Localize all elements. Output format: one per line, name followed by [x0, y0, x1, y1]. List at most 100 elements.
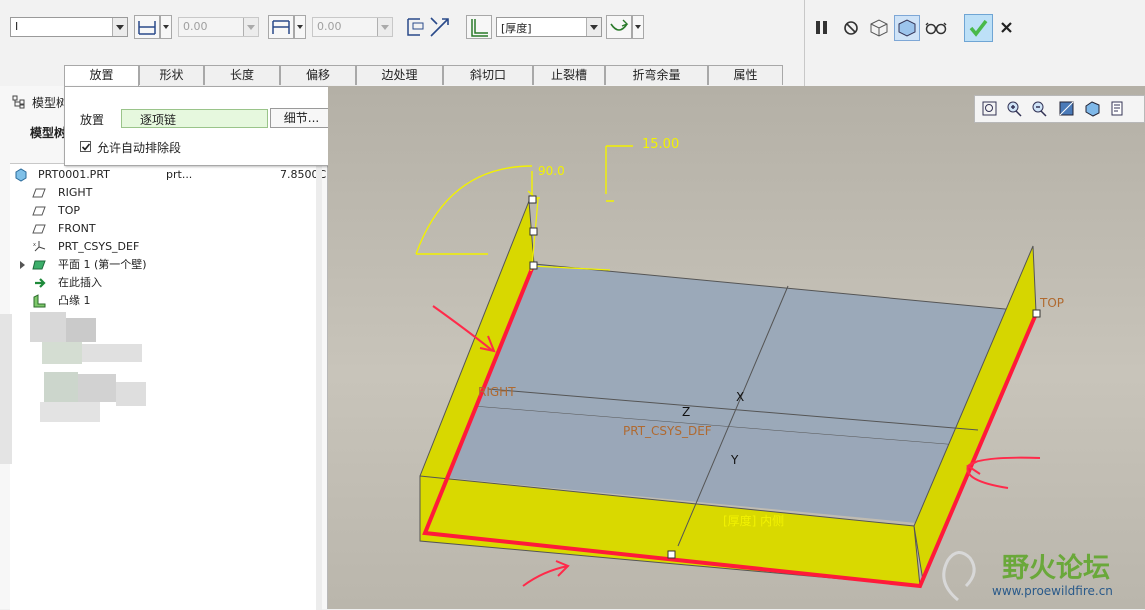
panel-sash	[0, 314, 12, 464]
repaint-icon	[1059, 101, 1074, 116]
flange-icon	[33, 294, 46, 308]
drag-handle[interactable]	[667, 550, 676, 559]
checkmark-icon	[969, 19, 988, 37]
repaint-button[interactable]	[1057, 100, 1077, 118]
length-input-2[interactable]: 0.00	[312, 17, 393, 37]
datum-plane-icon	[32, 224, 46, 234]
auto-exclude-checkbox[interactable]	[80, 141, 91, 152]
axis-label-z: Z	[682, 405, 691, 419]
thickness-side-button[interactable]	[466, 15, 492, 39]
zoom-in-icon	[1007, 101, 1022, 117]
zoom-out-button[interactable]	[1030, 100, 1050, 118]
wall-type-select[interactable]: I	[10, 17, 128, 37]
length-blind-icon	[138, 21, 156, 35]
length-blind-icon	[272, 20, 290, 34]
no-preview-button[interactable]	[841, 18, 861, 38]
tab-relief[interactable]: 止裂槽	[533, 65, 605, 85]
tab-miter-cuts[interactable]: 斜切口	[443, 65, 533, 85]
tab-length[interactable]: 长度	[204, 65, 280, 85]
datum-plane-icon	[32, 188, 46, 198]
forum-logo	[942, 551, 976, 602]
thickness-side-select[interactable]: [厚度]	[496, 17, 602, 37]
length-type-dropdown[interactable]	[160, 15, 172, 39]
tree-item-front[interactable]: FRONT	[10, 220, 322, 238]
watermark-title: 野火论坛	[1002, 553, 1110, 584]
tree-subheader: 模型树	[30, 126, 67, 140]
pause-button[interactable]	[812, 18, 832, 38]
model-tree-icon	[12, 95, 25, 109]
bend-radius-button[interactable]	[606, 15, 632, 39]
zoom-out-icon	[1032, 101, 1047, 117]
graphics-window[interactable]: 90.0 15.00 TOP RIGHT PRT_CSYS_DEF X Y Z …	[328, 86, 1145, 609]
tree-item-flange[interactable]: 凸缘 1	[10, 292, 322, 310]
tab-shape[interactable]: 形状	[139, 65, 204, 85]
checkmark-icon	[81, 143, 91, 151]
dimension-angle[interactable]: 90.0	[538, 164, 565, 178]
verify-preview-button[interactable]	[894, 15, 920, 41]
tab-placement[interactable]: 放置	[64, 65, 139, 87]
svg-text:x: x	[33, 242, 36, 248]
length-type-2-dropdown[interactable]	[294, 15, 306, 39]
details-button[interactable]: 细节...	[270, 108, 333, 128]
dashboard-toolbar: I 0.00 0.00 [厚度] 放置 形状 长度 偏移 边处理 斜切口 止裂槽…	[0, 0, 1145, 87]
tab-offset[interactable]: 偏移	[280, 65, 356, 85]
wall-type-value: I	[15, 20, 19, 33]
refit-button[interactable]	[980, 100, 1000, 118]
panel-title: 模型树	[32, 96, 69, 110]
accept-button[interactable]	[964, 14, 993, 42]
saved-views-icon	[1111, 101, 1123, 116]
model-tree: PRT0001.PRT prt... 7.8500C RIGHT TOP FRO…	[0, 163, 326, 610]
tree-item-insert-here[interactable]: 在此插入	[10, 274, 322, 292]
tab-edge-treatment[interactable]: 边处理	[356, 65, 443, 85]
saved-views-button[interactable]	[1109, 100, 1129, 118]
thickness-label[interactable]: [厚度] 内侧	[723, 512, 784, 529]
tree-item-part[interactable]: PRT0001.PRT prt... 7.8500C	[10, 166, 326, 184]
dimension-length[interactable]: 15.00	[642, 137, 679, 152]
axis-label-x: X	[736, 390, 745, 404]
expand-arrow-icon[interactable]	[18, 258, 32, 272]
placement-panel: 放置 逐项链 细节... 允许自动排除段	[64, 86, 357, 166]
tree-item-right[interactable]: RIGHT	[10, 184, 322, 202]
bend-radius-dropdown[interactable]	[632, 15, 644, 39]
tab-bend-allowance[interactable]: 折弯余量	[605, 65, 708, 85]
cancel-button[interactable]	[998, 18, 1016, 38]
drag-handle[interactable]	[529, 227, 538, 236]
tree-item-csys[interactable]: x PRT_CSYS_DEF	[10, 238, 322, 256]
flip-arrow-icon	[430, 17, 449, 37]
drag-handle[interactable]	[529, 261, 538, 270]
flip-direction-button[interactable]	[405, 15, 427, 39]
pause-icon	[816, 21, 827, 34]
length-type-button[interactable]	[134, 15, 160, 39]
verify-mode-button[interactable]	[924, 17, 948, 39]
flip-material-button[interactable]	[428, 15, 452, 39]
verify-preview-icon	[898, 19, 916, 37]
part-preview-icon	[870, 19, 888, 37]
shading-cube-icon	[1085, 101, 1100, 117]
forum-watermark: 野火论坛 www.proewildfire.cn	[930, 540, 1145, 609]
placement-label: 放置	[80, 113, 105, 127]
bend-radius-icon	[610, 19, 629, 31]
profile-icon	[407, 18, 424, 36]
refit-icon	[982, 101, 997, 116]
shading-button[interactable]	[1083, 100, 1103, 118]
length-input-1[interactable]: 0.00	[178, 17, 259, 37]
auto-exclude-label: 允许自动排除段	[97, 141, 182, 155]
model-canvas[interactable]	[328, 86, 1145, 609]
tree-item-flat-wall[interactable]: 平面 1 (第一个壁)	[10, 256, 322, 274]
datum-plane-icon	[32, 206, 46, 216]
tree-item-top[interactable]: TOP	[10, 202, 322, 220]
zoom-in-button[interactable]	[1005, 100, 1025, 118]
geometry-preview-button[interactable]	[867, 16, 891, 40]
chevron-down-icon	[112, 18, 127, 36]
blurred-region	[20, 312, 160, 422]
csys-icon: x	[33, 241, 46, 252]
drag-handle[interactable]	[528, 195, 537, 204]
placement-collector[interactable]: 逐项链	[121, 109, 268, 128]
chevron-down-icon	[586, 18, 601, 36]
tree-scrollbar[interactable]	[316, 164, 322, 610]
annotation-arrow	[966, 456, 1041, 489]
length-type-2-button[interactable]	[268, 15, 294, 39]
drag-handle[interactable]	[1032, 309, 1041, 318]
tab-properties[interactable]: 属性	[708, 65, 783, 85]
dimension-lines-2	[527, 190, 611, 271]
